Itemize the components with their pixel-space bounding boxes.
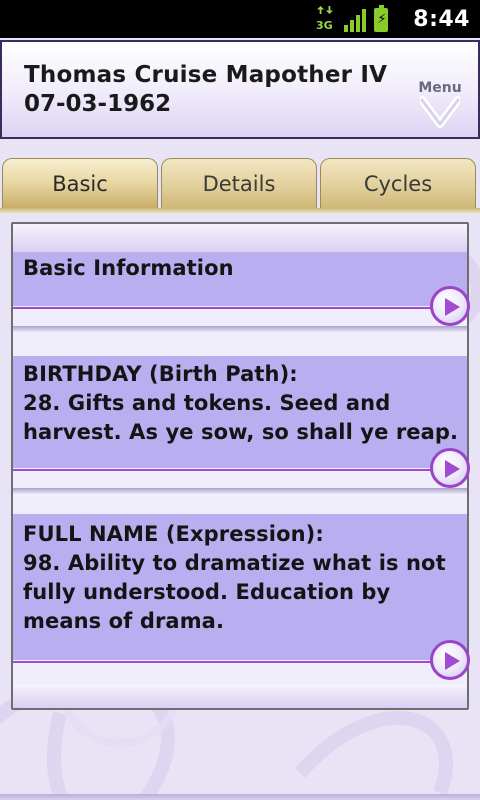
tab-bar: Basic Details Cycles bbox=[0, 158, 480, 208]
item-line: harvest. As ye sow, so shall ye reap. bbox=[23, 420, 459, 444]
play-icon bbox=[445, 298, 460, 316]
list-item[interactable]: BIRTHDAY (Birth Path): 28. Gifts and tok… bbox=[13, 332, 470, 494]
item-arrow-button[interactable] bbox=[430, 448, 470, 488]
status-bar: 3G ⚡ 8:44 bbox=[0, 0, 480, 38]
item-line: fully understood. Education by bbox=[23, 580, 391, 604]
item-line: 28. Gifts and tokens. Seed and bbox=[23, 391, 391, 415]
play-icon bbox=[445, 652, 460, 670]
network-type: 3G bbox=[316, 19, 333, 32]
item-line: 98. Ability to dramatize what is not bbox=[23, 551, 446, 575]
profile-header: Thomas Cruise Mapother IV 07-03-1962 Men… bbox=[0, 40, 480, 139]
battery-charging-icon: ⚡ bbox=[374, 5, 388, 32]
item-title: FULL NAME (Expression): bbox=[23, 522, 324, 546]
person-name: Thomas Cruise Mapother IV bbox=[24, 62, 388, 88]
tab-details[interactable]: Details bbox=[161, 158, 317, 208]
menu-label: Menu bbox=[418, 80, 462, 96]
data-arrows-icon: 3G bbox=[314, 6, 336, 32]
list-item[interactable]: FULL NAME (Expression): 98. Ability to d… bbox=[13, 494, 470, 684]
status-icons: 3G ⚡ bbox=[314, 5, 388, 32]
tab-basic[interactable]: Basic bbox=[2, 158, 158, 208]
item-title: BIRTHDAY (Birth Path): bbox=[23, 362, 298, 386]
list-item[interactable]: Basic Information bbox=[13, 224, 470, 332]
person-birthdate: 07-03-1962 bbox=[24, 91, 172, 117]
bottom-bar bbox=[0, 794, 480, 800]
item-title: Basic Information bbox=[23, 256, 234, 280]
chevron-down-icon bbox=[420, 96, 460, 128]
play-icon bbox=[445, 460, 460, 478]
item-arrow-button[interactable] bbox=[430, 640, 470, 680]
menu-button[interactable]: Menu bbox=[416, 80, 464, 132]
item-arrow-button[interactable] bbox=[430, 286, 470, 326]
item-line: means of drama. bbox=[23, 609, 225, 633]
info-list: Basic Information BIRTHDAY (Birth Path):… bbox=[11, 222, 470, 710]
status-clock: 8:44 bbox=[413, 7, 470, 32]
tab-cycles[interactable]: Cycles bbox=[320, 158, 476, 208]
signal-icon bbox=[344, 8, 366, 32]
